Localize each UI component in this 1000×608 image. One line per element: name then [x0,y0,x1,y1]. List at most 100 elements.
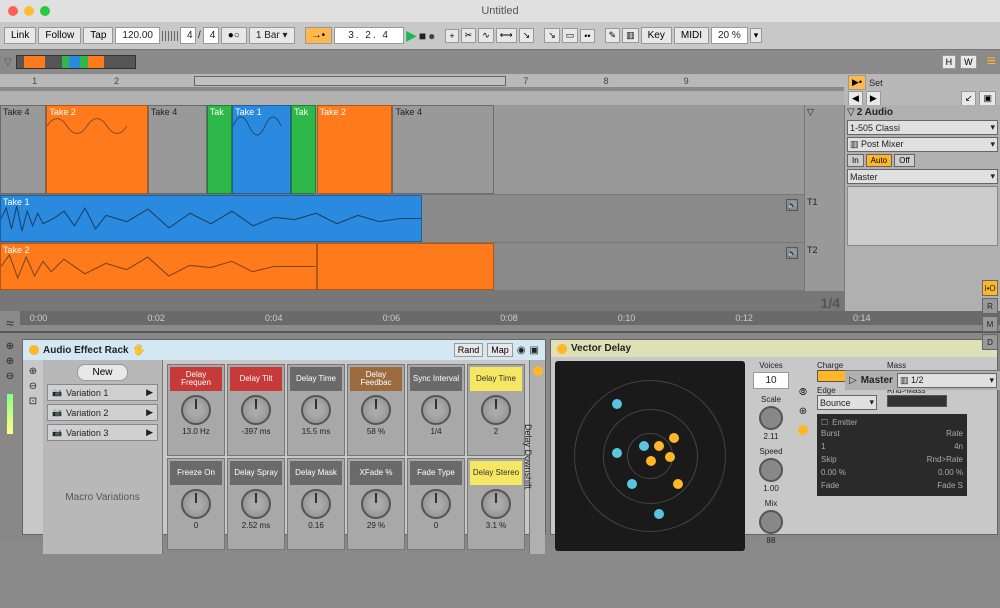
stop-icon[interactable]: ■ [419,29,426,43]
device-activator-icon[interactable] [29,345,39,355]
automation-icon[interactable]: ↘ [544,28,560,43]
minimize-icon[interactable] [24,6,34,16]
record-icon[interactable]: ● [428,29,435,43]
midi-button[interactable]: MIDI [674,27,709,44]
checkbox-icon[interactable]: ☐ [821,418,828,427]
lock-icon[interactable]: •• [580,29,594,43]
clip-take4[interactable]: Take 4 [148,105,207,194]
take-lane-2b[interactable] [317,243,494,290]
delay-section-icon[interactable]: D [982,334,998,350]
envelope-icon[interactable]: ▭ [562,28,579,43]
macro-knob[interactable] [481,395,511,425]
chain-list-icon[interactable]: ⊡ [29,396,37,407]
quantize-menu[interactable]: 1 Bar ▾ [249,27,295,44]
voices-field[interactable]: 10 [753,372,789,389]
close-icon[interactable] [8,6,18,16]
rate-value[interactable]: 4n [954,442,963,451]
track-fold-icon[interactable]: ▽ [847,107,855,118]
track-name[interactable]: 2 Audio [857,107,893,118]
draw-icon[interactable]: ✎ [605,28,621,43]
device-titlebar[interactable]: Vector Delay [551,340,997,357]
monitor-auto-button[interactable]: Auto [866,154,892,167]
master-fold-icon[interactable]: ▷ [849,375,857,386]
macro-8[interactable]: Delay Mask0.16 [287,458,345,550]
prev-locator-icon[interactable]: ◀ [848,91,863,106]
monitor-in-button[interactable]: In [847,154,864,167]
new-variation-button[interactable]: New [77,364,127,381]
macro-7[interactable]: Delay Spray2.52 ms [227,458,285,550]
add-icon[interactable]: ⊕ [799,406,807,417]
tool-plus-icon[interactable]: + [445,29,458,43]
mix-knob[interactable] [759,510,783,534]
macro-knob[interactable] [421,489,451,519]
edge-dropdown[interactable]: Bounce▾ [817,395,877,410]
track-collapse-icon[interactable]: ▽ [804,105,844,195]
macro-collapse-icon[interactable]: ⊖ [29,381,37,392]
burst-value[interactable]: 1 [821,442,825,451]
monitor-dropdown[interactable]: ▥ Post Mixer▾ [847,137,998,152]
macro-knob[interactable] [301,489,331,519]
take-lane-header-t2[interactable]: T2 [804,243,844,291]
device-activator-icon[interactable] [557,344,567,354]
locator-play-icon[interactable]: ▶• [848,75,866,90]
clip-take4[interactable]: Take 4 [392,105,493,194]
map-button[interactable]: Map [487,343,513,357]
chain-name[interactable]: Delay Downshift [529,360,545,554]
w-button[interactable]: W [960,55,977,69]
menu-icon[interactable]: ≡ [987,53,996,71]
variation-1[interactable]: 📷Variation 1▶ [47,384,158,401]
next-locator-icon[interactable]: ▶ [866,91,881,106]
macro-3[interactable]: Delay Feedbac58 % [347,364,405,456]
skip-value[interactable]: 0.00 % [821,468,846,477]
clip-take2[interactable]: Take 2 [46,105,147,194]
monitor-off-button[interactable]: Off [894,154,915,167]
rand-button[interactable]: Rand [454,343,484,357]
macro-11[interactable]: Delay Stereo3.1 % [467,458,525,550]
nudge-up-icon[interactable] [171,31,178,41]
macro-knob[interactable] [181,395,211,425]
time-ruler[interactable]: 0:00 0:02 0:04 0:06 0:08 0:10 0:12 0:14 [20,311,1000,325]
clip-take4[interactable]: Take 4 [0,105,46,194]
variation-2[interactable]: 📷Variation 2▶ [47,404,158,421]
link-button[interactable]: Link [4,27,36,44]
clip-take1[interactable]: Take 1 [232,105,291,194]
take-lane-2a[interactable]: Take 2 [0,243,317,290]
variation-3[interactable]: 📷Variation 3▶ [47,424,158,441]
output-dropdown[interactable]: Master▾ [847,169,998,184]
macro-knob[interactable] [181,489,211,519]
clip-tak[interactable]: Tak [207,105,232,194]
macro-10[interactable]: Fade Type0 [407,458,465,550]
speed-knob[interactable] [759,458,783,482]
macro-knob[interactable] [361,395,391,425]
macro-1[interactable]: Delay Tilt-397 ms [227,364,285,456]
orbit-icon[interactable] [798,425,808,435]
key-button[interactable]: Key [641,27,672,44]
chain-activator-icon[interactable] [533,366,543,376]
macro-expand-icon[interactable]: ⊕ [29,366,37,377]
piano-icon[interactable]: ▥ [622,28,639,43]
mixer-section-icon[interactable]: M [982,316,998,332]
overview-clips[interactable] [16,55,136,69]
timesig-num[interactable]: 4 [180,27,196,44]
follow-button[interactable]: Follow [38,27,81,44]
reenable-automation-icon[interactable]: ▣ [979,91,996,106]
scale-knob[interactable] [759,406,783,430]
nudge-down-icon[interactable] [162,31,169,41]
master-track-label[interactable]: Master [861,375,893,386]
vector-radar[interactable] [555,361,745,551]
device-expand-icon[interactable]: ⊕ [6,341,14,352]
macro-4[interactable]: Sync Interval1/4 [407,364,465,456]
metronome-button[interactable]: ●○ [221,27,247,44]
waveform-icon[interactable]: ≈ [0,311,20,331]
arrangement-overview[interactable]: ▽ H W ≡ [0,50,1000,74]
automation-arm-icon[interactable]: ↙ [961,91,977,106]
preset-dropdown[interactable]: 1-505 Classi▾ [847,120,998,135]
macro-knob[interactable] [481,489,511,519]
overview-toggle-icon[interactable]: ▾ [750,28,763,43]
song-position[interactable]: 3. 2. 4 [334,27,404,44]
device-collapse-icon[interactable]: ⊖ [6,371,14,382]
macro-5[interactable]: Delay Time2 [467,364,525,456]
macro-2[interactable]: Delay Time15.5 ms [287,364,345,456]
loop-brace[interactable] [194,76,506,86]
device-titlebar[interactable]: Audio Effect Rack 🖐 Rand Map ◉ ▣ [23,340,545,360]
